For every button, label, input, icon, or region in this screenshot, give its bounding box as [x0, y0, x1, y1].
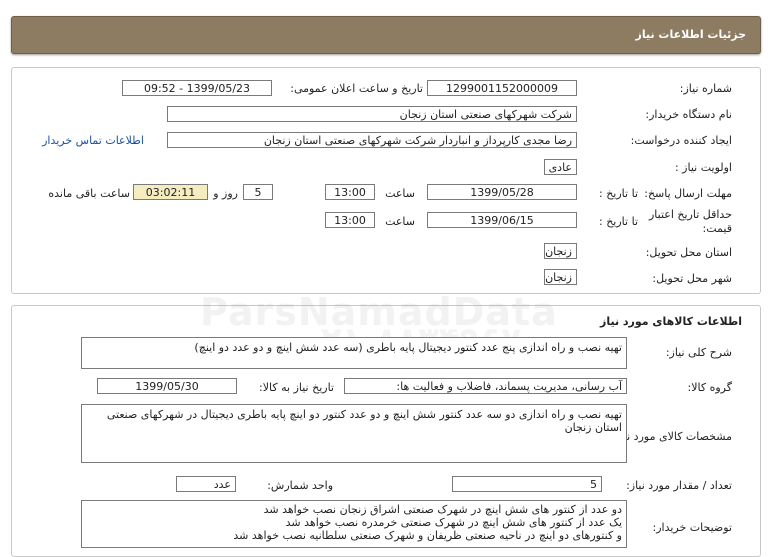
buyer-org-field: شرکت شهرکهای صنعتی استان زنجان — [167, 106, 577, 122]
province-field: زنجان — [544, 243, 577, 259]
deadline-label: مهلت ارسال پاسخ: — [644, 187, 732, 200]
buyer-note-line: و کنتورهای دو اینچ در ناحیه صنعتی ظریفان… — [233, 529, 622, 542]
deadline-time-label: ساعت — [385, 187, 415, 200]
validity-label-line2: قیمت: — [702, 222, 732, 235]
need-date-field: 1399/05/30 — [97, 378, 237, 394]
page-title: جزئیات اطلاعات نیاز — [635, 28, 747, 41]
announce-datetime-field: 1399/05/23 - 09:52 — [122, 80, 272, 96]
buyer-note-line: یک عدد از کنتور های شش اینچ در شهرک صنعت… — [285, 516, 622, 529]
goods-group-field: آب رسانی، مدیریت پسماند، فاضلاب و فعالیت… — [344, 378, 627, 394]
page-header: جزئیات اطلاعات نیاز — [11, 16, 761, 54]
unit-field: عدد — [176, 476, 236, 492]
city-label: شهر محل تحویل: — [652, 272, 732, 285]
need-date-label: تاریخ نیاز به کالا: — [259, 381, 334, 394]
need-info-panel — [11, 67, 761, 294]
days-label: روز و — [213, 187, 238, 200]
qty-field: 5 — [452, 476, 602, 492]
validity-time-field: 13:00 — [325, 212, 375, 228]
qty-label: تعداد / مقدار مورد نیاز: — [626, 479, 732, 492]
unit-label: واحد شمارش: — [267, 479, 333, 492]
general-desc-field: تهیه نصب و راه اندازی پنج عدد کنتور دیجی… — [81, 337, 627, 369]
buyer-note-line: دو عدد از کنتور های شش اینچ در شهرک صنعت… — [263, 503, 622, 516]
requester-field: رضا مجدی کارپرداز و انباردار شرکت شهرکها… — [167, 132, 577, 148]
buyer-org-label: نام دستگاه خریدار: — [645, 108, 732, 121]
announce-datetime-label: تاریخ و ساعت اعلان عمومی: — [290, 82, 423, 95]
deadline-until-label: تا تاریخ : — [599, 187, 638, 200]
buyer-notes-field: دو عدد از کنتور های شش اینچ در شهرک صنعت… — [81, 500, 627, 548]
general-desc-label: شرح کلی نیاز: — [665, 346, 732, 359]
requester-label: ایجاد کننده درخواست: — [630, 134, 732, 147]
buyer-contact-link[interactable]: اطلاعات تماس خریدار — [42, 134, 144, 147]
validity-until-label: تا تاریخ : — [599, 215, 638, 228]
remaining-time-field: 03:02:11 — [133, 184, 208, 200]
province-label: استان محل تحویل: — [645, 246, 732, 259]
validity-label-line1: حداقل تاریخ اعتبار — [648, 208, 732, 221]
spec-label: مشخصات کالای مورد نیاز: — [611, 430, 732, 443]
validity-time-label: ساعت — [385, 215, 415, 228]
days-remaining-field: 5 — [243, 184, 273, 200]
remaining-time-label: ساعت باقی مانده — [48, 187, 130, 200]
deadline-time-field: 13:00 — [325, 184, 375, 200]
need-number-label: شماره نیاز: — [679, 82, 732, 95]
priority-field: عادی — [544, 159, 577, 175]
goods-group-label: گروه کالا: — [687, 381, 732, 394]
goods-section-title: اطلاعات کالاهای مورد نیاز — [600, 315, 742, 328]
priority-label: اولویت نیاز : — [674, 161, 732, 174]
city-field: زنجان — [544, 269, 577, 285]
validity-date-field: 1399/06/15 — [427, 212, 577, 228]
spec-field: تهیه نصب و راه اندازی دو سه عدد کنتور شش… — [81, 404, 627, 463]
deadline-date-field: 1399/05/28 — [427, 184, 577, 200]
need-number-field: 1299001152000009 — [427, 80, 577, 96]
buyer-notes-label: توضیحات خریدار: — [652, 521, 733, 534]
